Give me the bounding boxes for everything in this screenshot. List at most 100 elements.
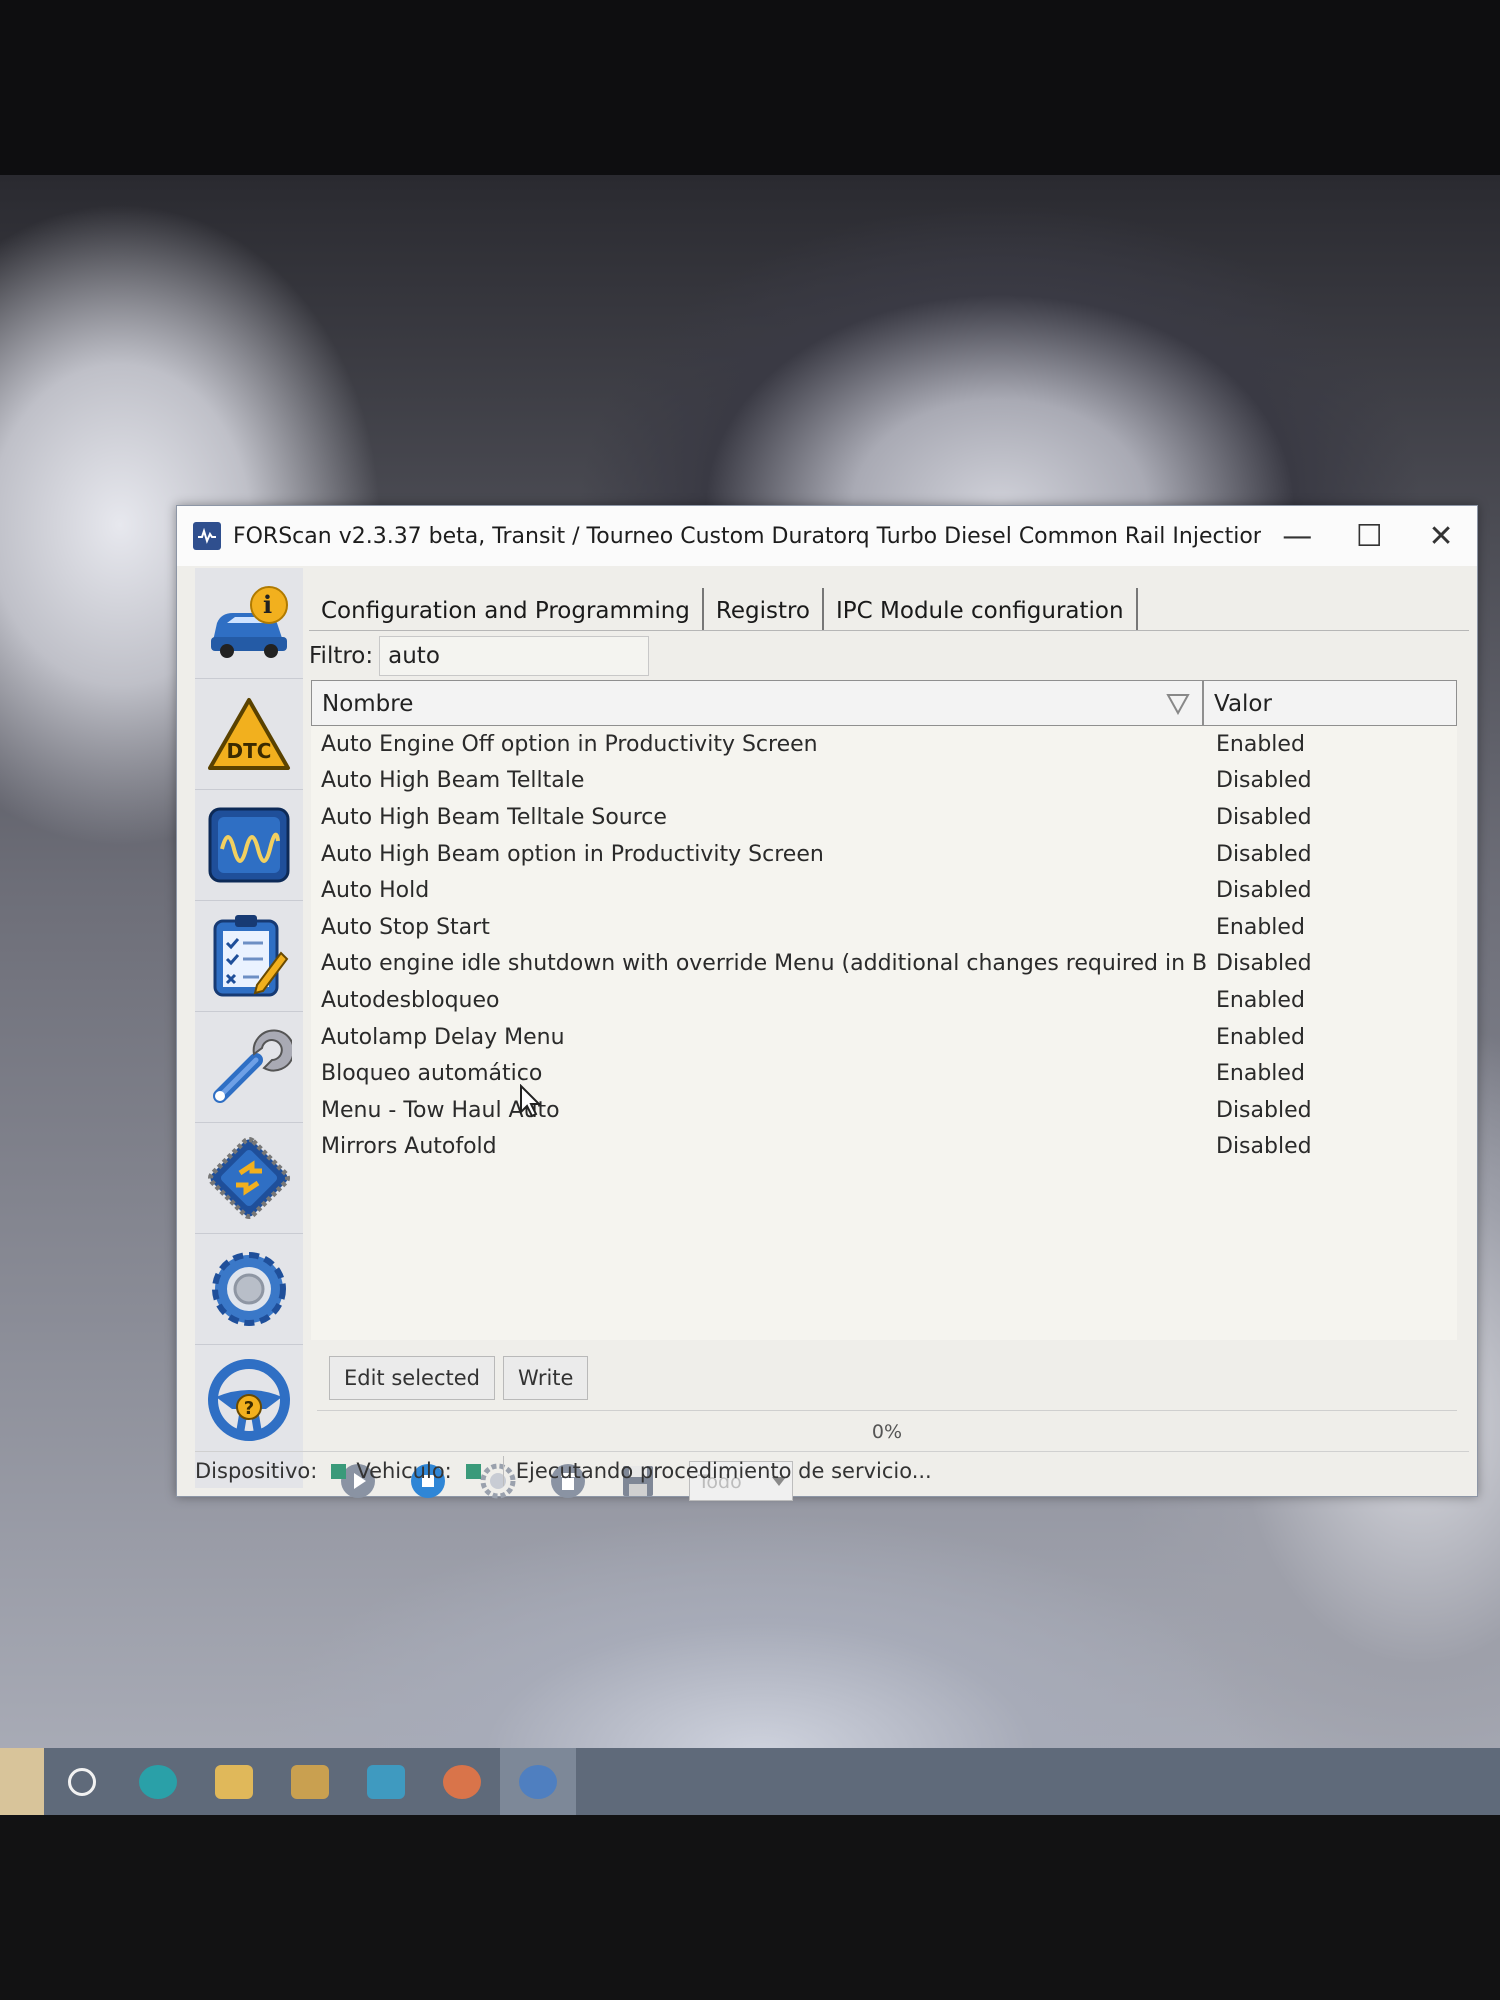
oscilloscope-icon [208, 807, 290, 883]
taskbar [0, 1748, 1500, 1816]
start-button[interactable] [0, 1748, 44, 1816]
cell-value: Disabled [1216, 1134, 1312, 1160]
cell-value: Enabled [1216, 1024, 1305, 1050]
table-body: Auto Engine Off option in Productivity S… [311, 726, 1457, 1165]
table-row[interactable]: Mirrors Autofold Disabled [311, 1129, 1457, 1166]
table-row[interactable]: Auto engine idle shutdown with override … [311, 946, 1457, 983]
table-row[interactable]: Autodesbloqueo Enabled [311, 982, 1457, 1019]
filter-row: Filtro: [309, 634, 650, 678]
cell-value: Enabled [1216, 987, 1305, 1013]
taskbar-file-explorer[interactable] [196, 1748, 272, 1816]
column-header-name[interactable]: Nombre [312, 681, 1204, 725]
cell-name: Mirrors Autofold [321, 1134, 497, 1160]
table-row[interactable]: Auto High Beam Telltale Source Disabled [311, 799, 1457, 836]
sidebar-item-dtc[interactable]: DTC [195, 679, 303, 790]
cell-name: Autodesbloqueo [321, 987, 500, 1013]
edit-selected-button[interactable]: Edit selected [329, 1356, 495, 1400]
table-header: Nombre Valor [311, 680, 1457, 726]
table-row[interactable]: Menu - Tow Haul Auto Disabled [311, 1092, 1457, 1129]
cell-name: Autolamp Delay Menu [321, 1024, 565, 1050]
sidebar-item-settings[interactable] [195, 1234, 303, 1345]
taskbar-store[interactable] [272, 1748, 348, 1816]
column-header-value-label: Valor [1214, 691, 1272, 717]
cell-name: Auto Stop Start [321, 914, 490, 940]
minimize-icon: — [1282, 518, 1313, 554]
sidebar-item-oscilloscope[interactable] [195, 790, 303, 901]
wrench-icon [213, 1029, 292, 1103]
vehicle-info-icon: i [211, 586, 288, 658]
main-content: Configuration and Programming Registro I… [309, 568, 1469, 1501]
help-steering-icon: ? [208, 1359, 290, 1441]
device-status-indicator [331, 1463, 347, 1479]
sidebar-item-service[interactable] [195, 1012, 303, 1123]
minimize-button[interactable]: — [1261, 506, 1333, 566]
forscan-taskbar-icon [519, 1765, 557, 1799]
maximize-icon: ☐ [1355, 518, 1383, 554]
table-row[interactable]: Bloqueo automático Enabled [311, 1055, 1457, 1092]
cell-value: Disabled [1216, 1097, 1312, 1123]
parameters-table: Nombre Valor Auto Engine Off option in P… [311, 680, 1457, 1340]
progress-text: 0% [871, 1421, 903, 1443]
table-row[interactable]: Auto High Beam option in Productivity Sc… [311, 836, 1457, 873]
table-row[interactable]: Auto High Beam Telltale Disabled [311, 763, 1457, 800]
cell-name: Auto High Beam Telltale Source [321, 804, 667, 830]
taskbar-edge[interactable] [120, 1748, 196, 1816]
table-row[interactable]: Autolamp Delay Menu Enabled [311, 1019, 1457, 1056]
sidebar-item-vehicle-info[interactable]: i [195, 568, 303, 679]
status-message: Ejecutando procedimiento de servicio... [515, 1459, 932, 1483]
maximize-button[interactable]: ☐ [1333, 506, 1405, 566]
title-bar[interactable]: FORScan v2.3.37 beta, Transit / Tourneo … [177, 506, 1477, 566]
tab-configuration-programming[interactable]: Configuration and Programming [309, 588, 704, 630]
taskbar-chrome[interactable] [424, 1748, 500, 1816]
mouse-cursor-icon [520, 1084, 542, 1118]
vehicle-label: Vehiculo: [356, 1459, 452, 1483]
store-icon [291, 1765, 329, 1799]
cell-name: Auto High Beam Telltale [321, 768, 585, 794]
cell-name: Menu - Tow Haul Auto [321, 1097, 560, 1123]
status-separator [502, 1456, 504, 1486]
close-button[interactable]: ✕ [1405, 506, 1477, 566]
cell-name: Bloqueo automático [321, 1061, 543, 1087]
monitor-bezel-top [0, 0, 1500, 175]
cell-value: Disabled [1216, 878, 1312, 904]
sort-icon [1166, 694, 1190, 715]
dtc-icon-label: DTC [227, 739, 272, 763]
cell-value: Disabled [1216, 804, 1312, 830]
sidebar-item-help[interactable]: ? [195, 1345, 303, 1455]
table-row[interactable]: Auto Stop Start Enabled [311, 909, 1457, 946]
close-icon: ✕ [1428, 518, 1454, 554]
cortana-icon [68, 1768, 96, 1796]
vehicle-status-indicator [465, 1463, 481, 1479]
sidebar-item-programming[interactable] [195, 1123, 303, 1234]
write-button[interactable]: Write [503, 1356, 589, 1400]
checklist-icon [213, 915, 289, 997]
taskbar-forscan[interactable] [500, 1748, 576, 1816]
taskbar-mail[interactable] [348, 1748, 424, 1816]
cell-value: Enabled [1216, 731, 1305, 757]
forscan-window: FORScan v2.3.37 beta, Transit / Tourneo … [176, 505, 1478, 1501]
cell-value: Enabled [1216, 914, 1305, 940]
dtc-icon: DTC [208, 698, 290, 770]
sidebar-item-checklist[interactable] [195, 901, 303, 1012]
cell-name: Auto Engine Off option in Productivity S… [321, 731, 818, 757]
settings-gear-icon [212, 1252, 286, 1326]
tab-registro[interactable]: Registro [704, 588, 825, 630]
cell-value: Disabled [1216, 841, 1312, 867]
folder-icon [215, 1765, 253, 1799]
table-row[interactable]: Auto Engine Off option in Productivity S… [311, 726, 1457, 763]
table-row[interactable]: Auto Hold Disabled [311, 872, 1457, 909]
filter-input[interactable] [379, 636, 650, 676]
edge-icon [139, 1765, 177, 1799]
help-icon-label: ? [244, 1398, 254, 1419]
filter-label: Filtro: [309, 643, 374, 669]
svg-text:i: i [263, 590, 272, 619]
device-label: Dispositivo: [195, 1459, 318, 1483]
taskbar-search[interactable] [44, 1748, 120, 1816]
tab-ipc-module-configuration[interactable]: IPC Module configuration [824, 588, 1138, 630]
cell-value: Enabled [1216, 1061, 1305, 1087]
sidebar: i DTC ? [195, 568, 303, 1488]
tab-bar: Configuration and Programming Registro I… [309, 588, 1469, 631]
status-bar: Dispositivo: Vehiculo: Ejecutando proced… [195, 1451, 1469, 1490]
column-header-value[interactable]: Valor [1204, 681, 1456, 725]
cell-name: Auto engine idle shutdown with override … [321, 951, 1206, 977]
